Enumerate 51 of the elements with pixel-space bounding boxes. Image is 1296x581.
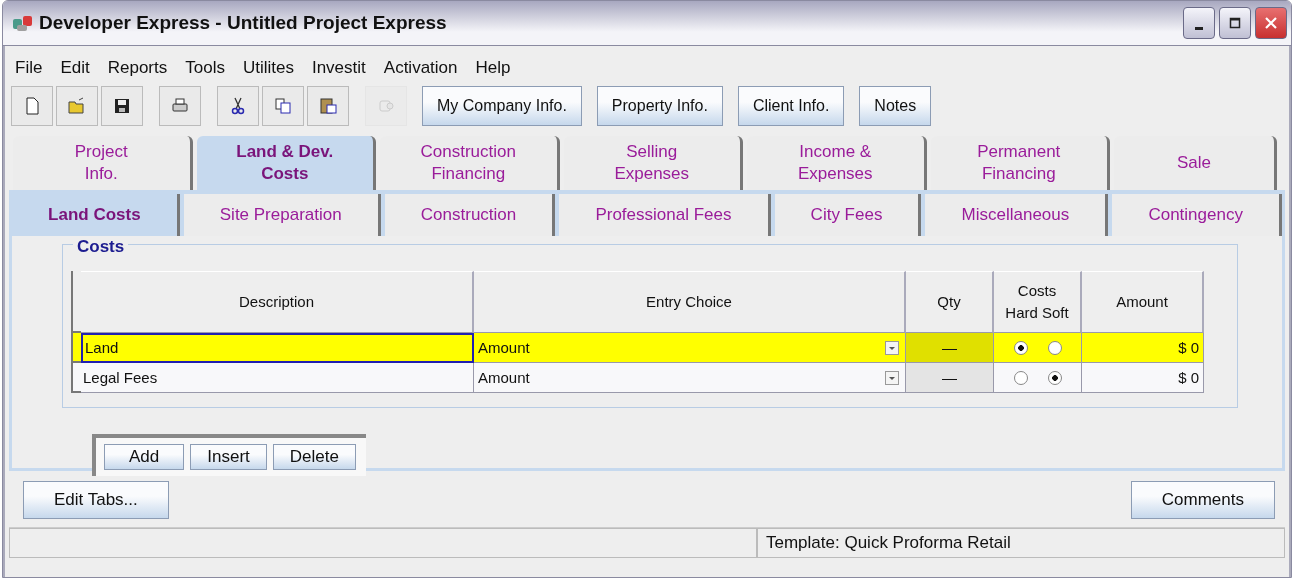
toolbar-button[interactable]: My Company Info. [422, 86, 582, 126]
sub-tab[interactable]: Contingency [1112, 194, 1282, 236]
menu-item[interactable]: Activation [383, 58, 458, 78]
comments-button[interactable]: Comments [1130, 481, 1275, 519]
maximize-icon [1229, 17, 1241, 29]
toolbar-button[interactable]: Property Info. [596, 86, 723, 126]
menu-item[interactable]: Reports [107, 58, 168, 78]
sub-tab[interactable]: Professional Fees [559, 194, 771, 236]
table-cell: — [906, 363, 994, 393]
status-text: Template: Quick Proforma Retail [757, 528, 1285, 558]
menu-item[interactable]: Investit [311, 58, 366, 78]
soft-radio[interactable] [1047, 370, 1062, 385]
close-icon [1264, 16, 1278, 30]
new-file-icon[interactable] [11, 86, 53, 126]
table-button[interactable]: Insert [190, 444, 267, 470]
dropdown-cell[interactable]: Amount [474, 363, 906, 393]
table-cell: $ 0 [1082, 363, 1204, 393]
table-cell: Legal Fees [81, 363, 474, 393]
table-cell: — [906, 333, 994, 363]
row-header[interactable] [71, 363, 81, 393]
sub-tab[interactable]: Site Preparation [183, 194, 381, 236]
sub-tab[interactable]: Construction [384, 194, 556, 236]
close-button[interactable] [1255, 7, 1287, 39]
toolbar-button[interactable]: Notes [859, 86, 932, 126]
menu-item[interactable]: Edit [60, 58, 90, 78]
minimize-button[interactable] [1183, 7, 1215, 39]
section-tab[interactable]: Land & Dev. Costs [196, 136, 376, 190]
soft-radio[interactable] [1047, 340, 1062, 355]
table-button[interactable]: Delete [272, 444, 356, 470]
scissors-icon[interactable] [217, 86, 259, 126]
maximize-button[interactable] [1219, 7, 1251, 39]
print-icon[interactable] [159, 86, 201, 126]
sub-tab[interactable]: City Fees [774, 194, 922, 236]
menu-item[interactable]: Tools [185, 58, 225, 78]
sub-tab[interactable]: Miscellaneous [925, 194, 1109, 236]
save-icon[interactable] [101, 86, 143, 126]
menu-item[interactable]: Help [475, 58, 511, 78]
copy-icon[interactable] [262, 86, 304, 126]
menu-item[interactable]: Utilites [242, 58, 294, 78]
clipboard-icon[interactable] [307, 86, 349, 126]
toolbar-button[interactable]: Client Info. [737, 86, 845, 126]
table-cell: Land [81, 333, 474, 363]
table-button[interactable]: Add [104, 444, 185, 470]
menu-item[interactable]: File [15, 58, 43, 78]
edit-tabs-button[interactable]: Edit Tabs... [23, 481, 169, 519]
hard-radio[interactable] [1013, 340, 1028, 355]
minimize-icon [1195, 26, 1203, 30]
hard-radio[interactable] [1013, 370, 1028, 385]
window-title: Developer Express - Untitled Project Express [39, 12, 448, 34]
column-header: Description [81, 271, 474, 333]
app-logo-icon [11, 13, 35, 33]
